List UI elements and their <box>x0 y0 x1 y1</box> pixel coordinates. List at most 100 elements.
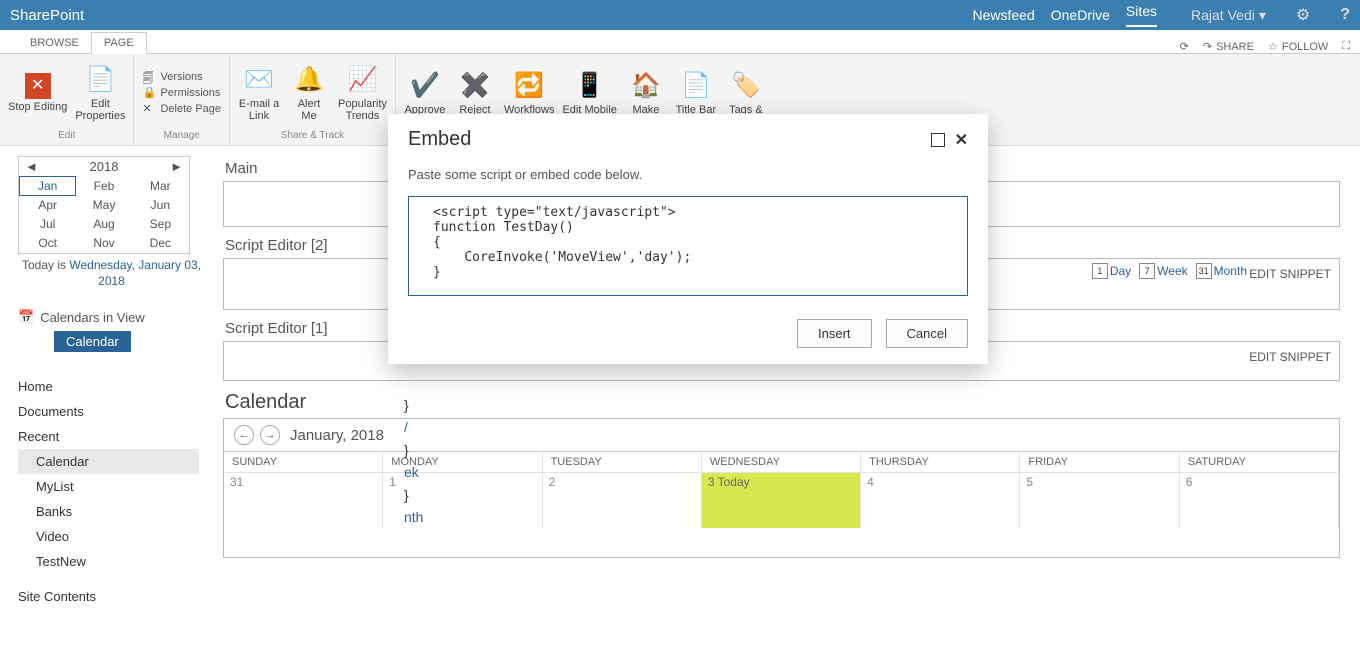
prev-year-button[interactable]: ◄ <box>25 159 38 174</box>
approve-button[interactable]: ✔️Approve <box>404 70 446 116</box>
month-jun[interactable]: Jun <box>132 196 188 215</box>
sync-icon: ⟳ <box>1180 40 1189 53</box>
month-jan[interactable]: Jan <box>20 177 76 196</box>
today-line: Today is Wednesday, January 03, 2018 <box>18 254 205 291</box>
tag-icon: 🏷️ <box>730 70 762 102</box>
focus-button[interactable]: ⛶ <box>1342 40 1350 53</box>
stop-icon: ✕ <box>25 73 51 99</box>
link-onedrive[interactable]: OneDrive <box>1051 7 1110 23</box>
user-menu[interactable]: Rajat Vedi ▾ <box>1191 7 1266 24</box>
nav-recent[interactable]: Recent <box>18 424 205 449</box>
help-icon[interactable]: ? <box>1340 6 1350 24</box>
dialog-instruction: Paste some script or embed code below. <box>408 167 968 182</box>
calendar-title: Calendar <box>225 391 1340 414</box>
next-month-button[interactable]: → <box>260 425 280 445</box>
edit-mobile-button[interactable]: 📱Edit Mobile <box>562 70 616 116</box>
mobile-icon: 📱 <box>574 70 606 102</box>
popularity-trends-button[interactable]: 📈Popularity Trends <box>338 64 387 122</box>
alert-me-button[interactable]: 🔔Alert Me <box>288 64 330 122</box>
cal-cell[interactable]: 31 <box>224 472 383 528</box>
left-nav: ◄ 2018 ► JanFebMar AprMayJun JulAugSep O… <box>0 146 205 653</box>
month-grid: JanFebMar AprMayJun JulAugSep OctNovDec <box>19 176 189 253</box>
link-sites[interactable]: Sites <box>1126 3 1157 27</box>
maximize-icon[interactable] <box>931 133 945 147</box>
edit-properties-button[interactable]: 📄 Edit Properties <box>75 64 125 122</box>
edit-snippet-button-2[interactable]: EDIT SNIPPET <box>1249 350 1331 364</box>
nav-home[interactable]: Home <box>18 374 205 399</box>
calendar-overlay-button[interactable]: Calendar <box>54 331 131 352</box>
versions-button[interactable]: 🗐Versions <box>142 70 221 84</box>
stop-editing-button[interactable]: ✕ Stop Editing <box>8 73 67 113</box>
embed-dialog: Embed ✕ Paste some script or embed code … <box>388 114 988 364</box>
tab-page[interactable]: PAGE <box>91 32 147 54</box>
date-picker: ◄ 2018 ► JanFebMar AprMayJun JulAugSep O… <box>18 156 190 254</box>
email-link-button[interactable]: ✉️E-mail a Link <box>238 64 280 122</box>
reject-icon: ✖️ <box>459 70 491 102</box>
lock-icon: 🔒 <box>142 86 156 100</box>
title-bar-button[interactable]: 📄Title Bar <box>675 70 717 116</box>
delete-icon: ✕ <box>142 102 156 116</box>
month-mar[interactable]: Mar <box>132 177 188 196</box>
tags-button[interactable]: 🏷️Tags & <box>725 70 767 116</box>
workflows-button[interactable]: 🔁Workflows <box>504 70 555 116</box>
nav-site-contents[interactable]: Site Contents <box>18 584 205 609</box>
day-hdr: FRIDAY <box>1020 452 1179 472</box>
follow-button[interactable]: ☆FOLLOW <box>1268 40 1328 53</box>
group-label: Manage <box>142 128 221 143</box>
embed-code-input[interactable] <box>408 196 968 296</box>
month-feb[interactable]: Feb <box>76 177 132 196</box>
share-icon: ↷ <box>1203 40 1212 53</box>
home-icon: 🏠 <box>630 70 662 102</box>
nav-mylist[interactable]: MyList <box>18 474 205 499</box>
share-button[interactable]: ↷SHARE <box>1203 40 1254 53</box>
cal-cell[interactable]: 5 <box>1020 472 1179 528</box>
user-name: Rajat Vedi <box>1191 7 1255 23</box>
cal-cell[interactable]: 2 <box>543 472 702 528</box>
brand: SharePoint <box>10 7 972 24</box>
versions-icon: 🗐 <box>142 70 156 84</box>
month-dec[interactable]: Dec <box>132 234 188 253</box>
link-newsfeed[interactable]: Newsfeed <box>972 7 1034 23</box>
page-icon: 📄 <box>84 64 116 96</box>
month-sep[interactable]: Sep <box>132 215 188 234</box>
make-button[interactable]: 🏠Make <box>625 70 667 116</box>
tab-browse[interactable]: BROWSE <box>18 33 91 53</box>
gear-icon[interactable]: ⚙ <box>1296 5 1310 25</box>
reject-button[interactable]: ✖️Reject <box>454 70 496 116</box>
sync-button[interactable]: ⟳ <box>1180 40 1189 53</box>
month-icon: 31 <box>1196 263 1212 279</box>
dialog-title: Embed <box>408 128 921 151</box>
edit-snippet-button[interactable]: EDIT SNIPPET <box>1249 267 1331 281</box>
ribbon-tabs: BROWSE PAGE ⟳ ↷SHARE ☆FOLLOW ⛶ <box>0 30 1360 54</box>
delete-page-button[interactable]: ✕Delete Page <box>142 102 221 116</box>
nav-video[interactable]: Video <box>18 524 205 549</box>
month-oct[interactable]: Oct <box>20 234 76 253</box>
month-nov[interactable]: Nov <box>76 234 132 253</box>
view-day[interactable]: 1Day <box>1092 263 1131 279</box>
cal-cell[interactable]: 4 <box>861 472 1020 528</box>
insert-button[interactable]: Insert <box>797 319 872 348</box>
calendar-icon: 📅 <box>18 309 34 325</box>
permissions-button[interactable]: 🔒Permissions <box>142 86 221 100</box>
month-apr[interactable]: Apr <box>20 196 76 215</box>
nav-testnew[interactable]: TestNew <box>18 549 205 574</box>
view-month[interactable]: 31Month <box>1196 263 1247 279</box>
cancel-button[interactable]: Cancel <box>886 319 968 348</box>
nav-calendar[interactable]: Calendar <box>18 449 199 474</box>
month-aug[interactable]: Aug <box>76 215 132 234</box>
prev-month-button[interactable]: ← <box>234 425 254 445</box>
nav-banks[interactable]: Banks <box>18 499 205 524</box>
cal-cell-today[interactable]: 3 Today <box>702 472 861 528</box>
today-link[interactable]: Wednesday, January 03, 2018 <box>69 258 201 288</box>
view-week[interactable]: 7Week <box>1139 263 1187 279</box>
group-label: Edit <box>8 128 125 143</box>
day-hdr: SUNDAY <box>224 452 383 472</box>
close-icon[interactable]: ✕ <box>955 130 968 150</box>
next-year-button[interactable]: ► <box>170 159 183 174</box>
calendar-grid: SUNDAY MONDAY TUESDAY WEDNESDAY THURSDAY… <box>224 451 1339 528</box>
month-may[interactable]: May <box>76 196 132 215</box>
nav-documents[interactable]: Documents <box>18 399 205 424</box>
cal-cell[interactable]: 6 <box>1180 472 1339 528</box>
month-jul[interactable]: Jul <box>20 215 76 234</box>
group-label: Share & Track <box>238 128 387 143</box>
